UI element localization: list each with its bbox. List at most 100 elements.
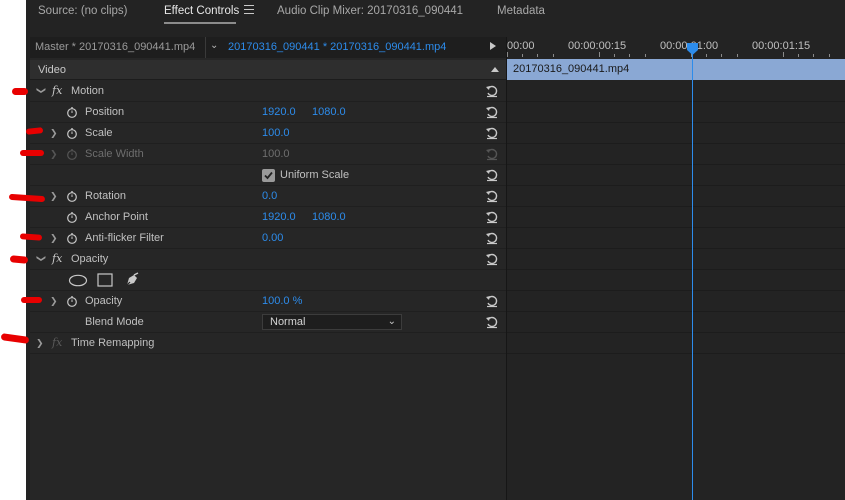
property-row-rotation: ❯ Rotation 0.0	[30, 186, 506, 207]
timeline-row	[507, 333, 845, 354]
timeline-row	[507, 228, 845, 249]
property-row-anchor-point: Anchor Point 1920.0 1080.0	[30, 207, 506, 228]
fx-icon[interactable]: fx	[52, 84, 62, 97]
reset-icon[interactable]	[485, 210, 499, 224]
timeline-row	[507, 81, 845, 102]
show-timeline-toggle-icon[interactable]	[490, 42, 496, 50]
pen-mask-icon[interactable]	[124, 272, 140, 288]
effect-row-opacity: ❯ fx Opacity	[30, 249, 506, 270]
playhead-line[interactable]	[692, 45, 693, 500]
blend-mode-selected: Normal	[270, 316, 306, 328]
scale-value[interactable]: 100.0	[262, 127, 290, 139]
chevron-right-icon[interactable]: ❯	[50, 233, 58, 244]
reset-icon[interactable]	[485, 315, 499, 329]
anti-flicker-value[interactable]: 0.00	[262, 232, 283, 244]
property-label: Opacity	[85, 295, 123, 307]
annotation-mark	[12, 88, 28, 95]
fx-icon: fx	[52, 336, 63, 349]
tab-effect-controls[interactable]: Effect Controls	[164, 4, 239, 20]
time-ruler[interactable]: 00:00 00:00:00:15 00:00:01:00 00:00:01:1…	[507, 37, 845, 58]
divider	[205, 37, 206, 58]
sequence-clip-label[interactable]: 20170316_090441 * 20170316_090441.mp4	[228, 41, 446, 53]
annotation-mark	[9, 255, 29, 264]
timeline-row	[507, 102, 845, 123]
timeline-clip[interactable]: 20170316_090441.mp4	[507, 59, 845, 80]
position-y-value[interactable]: 1080.0	[312, 106, 346, 118]
chevron-right-icon[interactable]: ❯	[50, 149, 58, 160]
tick-mark	[507, 52, 508, 57]
effect-label: Motion	[71, 85, 105, 97]
property-label: Rotation	[85, 190, 126, 202]
anchor-x-value[interactable]: 1920.0	[262, 211, 296, 223]
effect-controls-timeline[interactable]: 00:00 00:00:00:15 00:00:01:00 00:00:01:1…	[506, 37, 845, 500]
chevron-right-icon[interactable]: ❯	[50, 191, 58, 202]
tick-mark	[813, 54, 814, 57]
active-tab-indicator	[164, 22, 236, 24]
stopwatch-icon[interactable]	[66, 232, 78, 244]
tab-audio-clip-mixer[interactable]: Audio Clip Mixer: 20170316_090441	[277, 4, 463, 20]
stopwatch-icon[interactable]	[66, 127, 78, 139]
timeline-row	[507, 186, 845, 207]
property-row-anti-flicker: ❯ Anti-flicker Filter 0.00	[30, 228, 506, 249]
panel-menu-icon[interactable]	[244, 5, 254, 15]
stopwatch-icon[interactable]	[66, 106, 78, 118]
property-label: Anchor Point	[85, 211, 148, 223]
playhead-handle[interactable]	[687, 43, 698, 55]
chevron-right-icon[interactable]: ❯	[50, 128, 58, 139]
reset-icon[interactable]	[485, 231, 499, 245]
reset-icon	[486, 148, 498, 161]
property-label: Scale Width	[85, 148, 144, 160]
tab-metadata[interactable]: Metadata	[497, 4, 545, 20]
reset-icon[interactable]	[485, 294, 499, 308]
tick-label: 00:00:00:15	[568, 40, 627, 52]
rectangle-mask-icon[interactable]	[97, 273, 113, 287]
ellipse-mask-icon[interactable]	[68, 274, 88, 287]
opacity-value[interactable]: 100.0 %	[262, 295, 302, 307]
tick-mark	[783, 52, 784, 57]
scroll-up-icon[interactable]	[491, 67, 499, 72]
property-row-scale: ❯ Scale 100.0	[30, 123, 506, 144]
premiere-window: Source: (no clips) Effect Controls Audio…	[26, 0, 845, 500]
stopwatch-icon[interactable]	[66, 211, 78, 223]
property-row-blend-mode: Blend Mode Normal ⌄	[30, 312, 506, 333]
rotation-value[interactable]: 0.0	[262, 190, 277, 202]
stopwatch-icon[interactable]	[66, 190, 78, 202]
anchor-y-value[interactable]: 1080.0	[312, 211, 346, 223]
tick-mark	[798, 54, 799, 57]
chevron-down-icon[interactable]: ❯	[35, 255, 46, 263]
timeline-row	[507, 207, 845, 228]
annotation-mark	[21, 297, 42, 303]
fx-icon[interactable]: fx	[52, 252, 62, 265]
annotation-mark	[20, 150, 44, 156]
timeline-row	[507, 249, 845, 270]
reset-icon[interactable]	[485, 84, 499, 98]
chevron-down-icon: ⌄	[387, 316, 396, 327]
position-x-value[interactable]: 1920.0	[262, 106, 296, 118]
chevron-down-icon[interactable]: ❯	[35, 87, 46, 95]
tab-source[interactable]: Source: (no clips)	[38, 4, 127, 20]
property-label: Blend Mode	[85, 316, 144, 328]
reset-icon[interactable]	[485, 252, 499, 266]
annotation-mark	[19, 233, 43, 241]
chevron-right-icon[interactable]: ❯	[50, 296, 58, 307]
tick-mark	[829, 54, 830, 57]
effect-label: Time Remapping	[71, 337, 155, 349]
reset-icon[interactable]	[485, 189, 499, 203]
scale-width-value: 100.0	[262, 148, 290, 160]
master-clip-label[interactable]: Master * 20170316_090441.mp4	[35, 41, 195, 53]
chevron-right-icon[interactable]: ❯	[36, 338, 44, 349]
reset-icon[interactable]	[485, 105, 499, 119]
chevron-down-icon[interactable]: ⌄	[210, 40, 218, 51]
blend-mode-dropdown[interactable]: Normal ⌄	[262, 314, 402, 330]
tick-mark	[645, 54, 646, 57]
property-label: Scale	[85, 127, 113, 139]
reset-icon[interactable]	[485, 168, 499, 182]
panel-tab-bar: Source: (no clips) Effect Controls Audio…	[26, 0, 845, 26]
video-section-label: Video	[38, 64, 66, 76]
uniform-scale-checkbox[interactable]	[262, 169, 275, 182]
annotation-mark	[8, 193, 46, 203]
uniform-scale-label: Uniform Scale	[280, 169, 350, 181]
tick-mark	[537, 54, 538, 57]
reset-icon[interactable]	[485, 126, 499, 140]
stopwatch-icon[interactable]	[66, 295, 78, 307]
